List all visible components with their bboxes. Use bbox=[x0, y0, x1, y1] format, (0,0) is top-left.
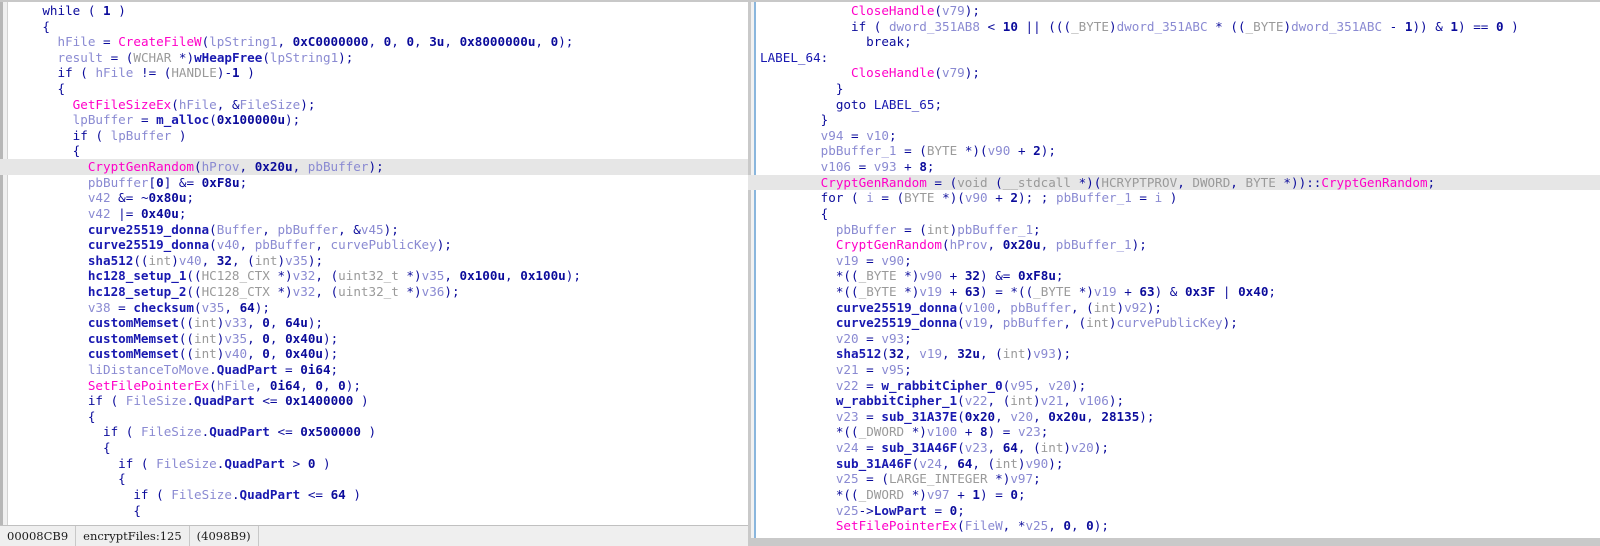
code-line[interactable]: CloseHandle(v79); bbox=[748, 65, 1600, 81]
code-line[interactable]: w_rabbitCipher_1(v22, (int)v21, v106); bbox=[748, 393, 1600, 409]
code-line[interactable]: } bbox=[748, 81, 1600, 97]
status-location: encryptFiles:125 bbox=[76, 526, 190, 546]
code-line[interactable]: customMemset((int)v40, 0, 0x40u); bbox=[0, 346, 748, 362]
code-line[interactable]: liDistanceToMove.QuadPart = 0i64; bbox=[0, 362, 748, 378]
code-line[interactable]: hc128_setup_1((HC128_CTX *)v32, (uint32_… bbox=[0, 268, 748, 284]
code-line[interactable]: v19 = v90; bbox=[748, 253, 1600, 269]
code-line[interactable]: if ( FileSize.QuadPart <= 0x1400000 ) bbox=[0, 393, 748, 409]
code-line[interactable]: if ( dword_351AB8 < 10 || (((_BYTE)dword… bbox=[748, 19, 1600, 35]
pseudocode-pane-left[interactable]: while ( 1 ) { hFile = CreateFileW(lpStri… bbox=[0, 0, 748, 546]
code-line[interactable]: v22 = w_rabbitCipher_0(v95, v20); bbox=[748, 378, 1600, 394]
code-text-left[interactable]: while ( 1 ) { hFile = CreateFileW(lpStri… bbox=[0, 2, 748, 546]
code-line[interactable]: if ( hFile != (HANDLE)-1 ) bbox=[0, 65, 748, 81]
code-line[interactable]: pbBuffer = (int)pbBuffer_1; bbox=[748, 222, 1600, 238]
code-line[interactable]: v94 = v10; bbox=[748, 128, 1600, 144]
code-line[interactable]: { bbox=[0, 81, 748, 97]
code-line[interactable]: SetFilePointerEx(hFile, 0i64, 0, 0); bbox=[0, 378, 748, 394]
code-line[interactable]: CryptGenRandom = (void (__stdcall *)(HCR… bbox=[748, 174, 1600, 191]
code-line[interactable]: { bbox=[748, 206, 1600, 222]
code-line[interactable]: { bbox=[0, 471, 748, 487]
pseudocode-pane-right[interactable]: CloseHandle(v79); if ( dword_351AB8 < 10… bbox=[748, 0, 1600, 546]
code-line[interactable]: sha512(32, v19, 32u, (int)v93); bbox=[748, 346, 1600, 362]
code-line[interactable]: v42 &= ~0x80u; bbox=[0, 190, 748, 206]
code-line[interactable]: *((_DWORD *)v97 + 1) = 0; bbox=[748, 487, 1600, 503]
code-line[interactable]: CloseHandle(v79); bbox=[748, 3, 1600, 19]
code-line[interactable]: CryptGenRandom(hProv, 0x20u, pbBuffer_1)… bbox=[748, 237, 1600, 253]
code-line[interactable]: GetFileSizeEx(hFile, &FileSize); bbox=[0, 97, 748, 113]
code-line[interactable]: pbBuffer_1 = (BYTE *)(v90 + 2); bbox=[748, 143, 1600, 159]
status-empty bbox=[259, 526, 748, 546]
code-line[interactable]: { bbox=[0, 503, 748, 519]
code-line[interactable]: { bbox=[0, 19, 748, 35]
code-line[interactable]: v24 = sub_31A46F(v23, 64, (int)v20); bbox=[748, 440, 1600, 456]
code-line[interactable]: curve25519_donna(Buffer, pbBuffer, &v45)… bbox=[0, 222, 748, 238]
code-line[interactable]: for ( i = (BYTE *)(v90 + 2); ; pbBuffer_… bbox=[748, 190, 1600, 206]
code-line[interactable]: v25->LowPart = 0; bbox=[748, 503, 1600, 519]
code-line[interactable]: v42 |= 0x40u; bbox=[0, 206, 748, 222]
code-line[interactable]: *((_BYTE *)v90 + 32) &= 0xF8u; bbox=[748, 268, 1600, 284]
code-line[interactable]: *((_BYTE *)v19 + 63) = *((_BYTE *)v19 + … bbox=[748, 284, 1600, 300]
code-line[interactable]: result = (WCHAR *)wHeapFree(lpString1); bbox=[0, 50, 748, 66]
code-line[interactable]: v38 = checksum(v35, 64); bbox=[0, 300, 748, 316]
code-line[interactable]: v21 = v95; bbox=[748, 362, 1600, 378]
code-line[interactable]: curve25519_donna(v19, pbBuffer, (int)cur… bbox=[748, 315, 1600, 331]
code-line[interactable]: v25 = (LARGE_INTEGER *)v97; bbox=[748, 471, 1600, 487]
right-pane-bottom-chrome bbox=[748, 538, 1600, 546]
code-line[interactable]: sub_31A46F(v24, 64, (int)v90); bbox=[748, 456, 1600, 472]
code-line[interactable]: while ( 1 ) bbox=[0, 3, 748, 19]
code-line[interactable]: hc128_setup_2((HC128_CTX *)v32, (uint32_… bbox=[0, 284, 748, 300]
code-line[interactable]: break; bbox=[748, 34, 1600, 50]
code-line[interactable]: curve25519_donna(v40, pbBuffer, curvePub… bbox=[0, 237, 748, 253]
code-line[interactable]: sha512((int)v40, 32, (int)v35); bbox=[0, 253, 748, 269]
code-line[interactable]: if ( FileSize.QuadPart <= 0x500000 ) bbox=[0, 424, 748, 440]
code-line[interactable]: LABEL_64: bbox=[748, 50, 1600, 66]
code-line[interactable]: goto LABEL_65; bbox=[748, 97, 1600, 113]
code-line[interactable]: curve25519_donna(v100, pbBuffer, (int)v9… bbox=[748, 300, 1600, 316]
code-line[interactable]: v20 = v93; bbox=[748, 331, 1600, 347]
status-file-offset: (4098B9) bbox=[190, 526, 259, 546]
code-line[interactable]: lpBuffer = m_alloc(0x100000u); bbox=[0, 112, 748, 128]
decompiler-comparison-window: while ( 1 ) { hFile = CreateFileW(lpStri… bbox=[0, 0, 1600, 546]
code-line[interactable]: if ( lpBuffer ) bbox=[0, 128, 748, 144]
code-line[interactable]: SetFilePointerEx(FileW, *v25, 0, 0); bbox=[748, 518, 1600, 534]
code-line[interactable]: customMemset((int)v33, 0, 64u); bbox=[0, 315, 748, 331]
code-line[interactable]: } bbox=[748, 112, 1600, 128]
code-line[interactable]: v106 = v93 + 8; bbox=[748, 159, 1600, 175]
code-text-right[interactable]: CloseHandle(v79); if ( dword_351AB8 < 10… bbox=[748, 2, 1600, 546]
status-bar: 00008CB9 encryptFiles:125 (4098B9) bbox=[0, 525, 748, 546]
code-line[interactable]: hFile = CreateFileW(lpString1, 0xC000000… bbox=[0, 34, 748, 50]
code-line[interactable]: { bbox=[0, 409, 748, 425]
code-line[interactable]: { bbox=[0, 143, 748, 159]
code-line[interactable]: if ( FileSize.QuadPart <= 64 ) bbox=[0, 487, 748, 503]
code-line[interactable]: pbBuffer[0] &= 0xF8u; bbox=[0, 175, 748, 191]
code-line[interactable]: if ( FileSize.QuadPart > 0 ) bbox=[0, 456, 748, 472]
status-address: 00008CB9 bbox=[0, 526, 77, 546]
code-line[interactable]: { bbox=[0, 440, 748, 456]
code-line[interactable]: *((_DWORD *)v100 + 8) = v23; bbox=[748, 424, 1600, 440]
code-line[interactable]: v23 = sub_31A37E(0x20, v20, 0x20u, 28135… bbox=[748, 409, 1600, 425]
code-line[interactable]: customMemset((int)v35, 0, 0x40u); bbox=[0, 331, 748, 347]
code-line[interactable]: CryptGenRandom(hProv, 0x20u, pbBuffer); bbox=[0, 159, 748, 175]
